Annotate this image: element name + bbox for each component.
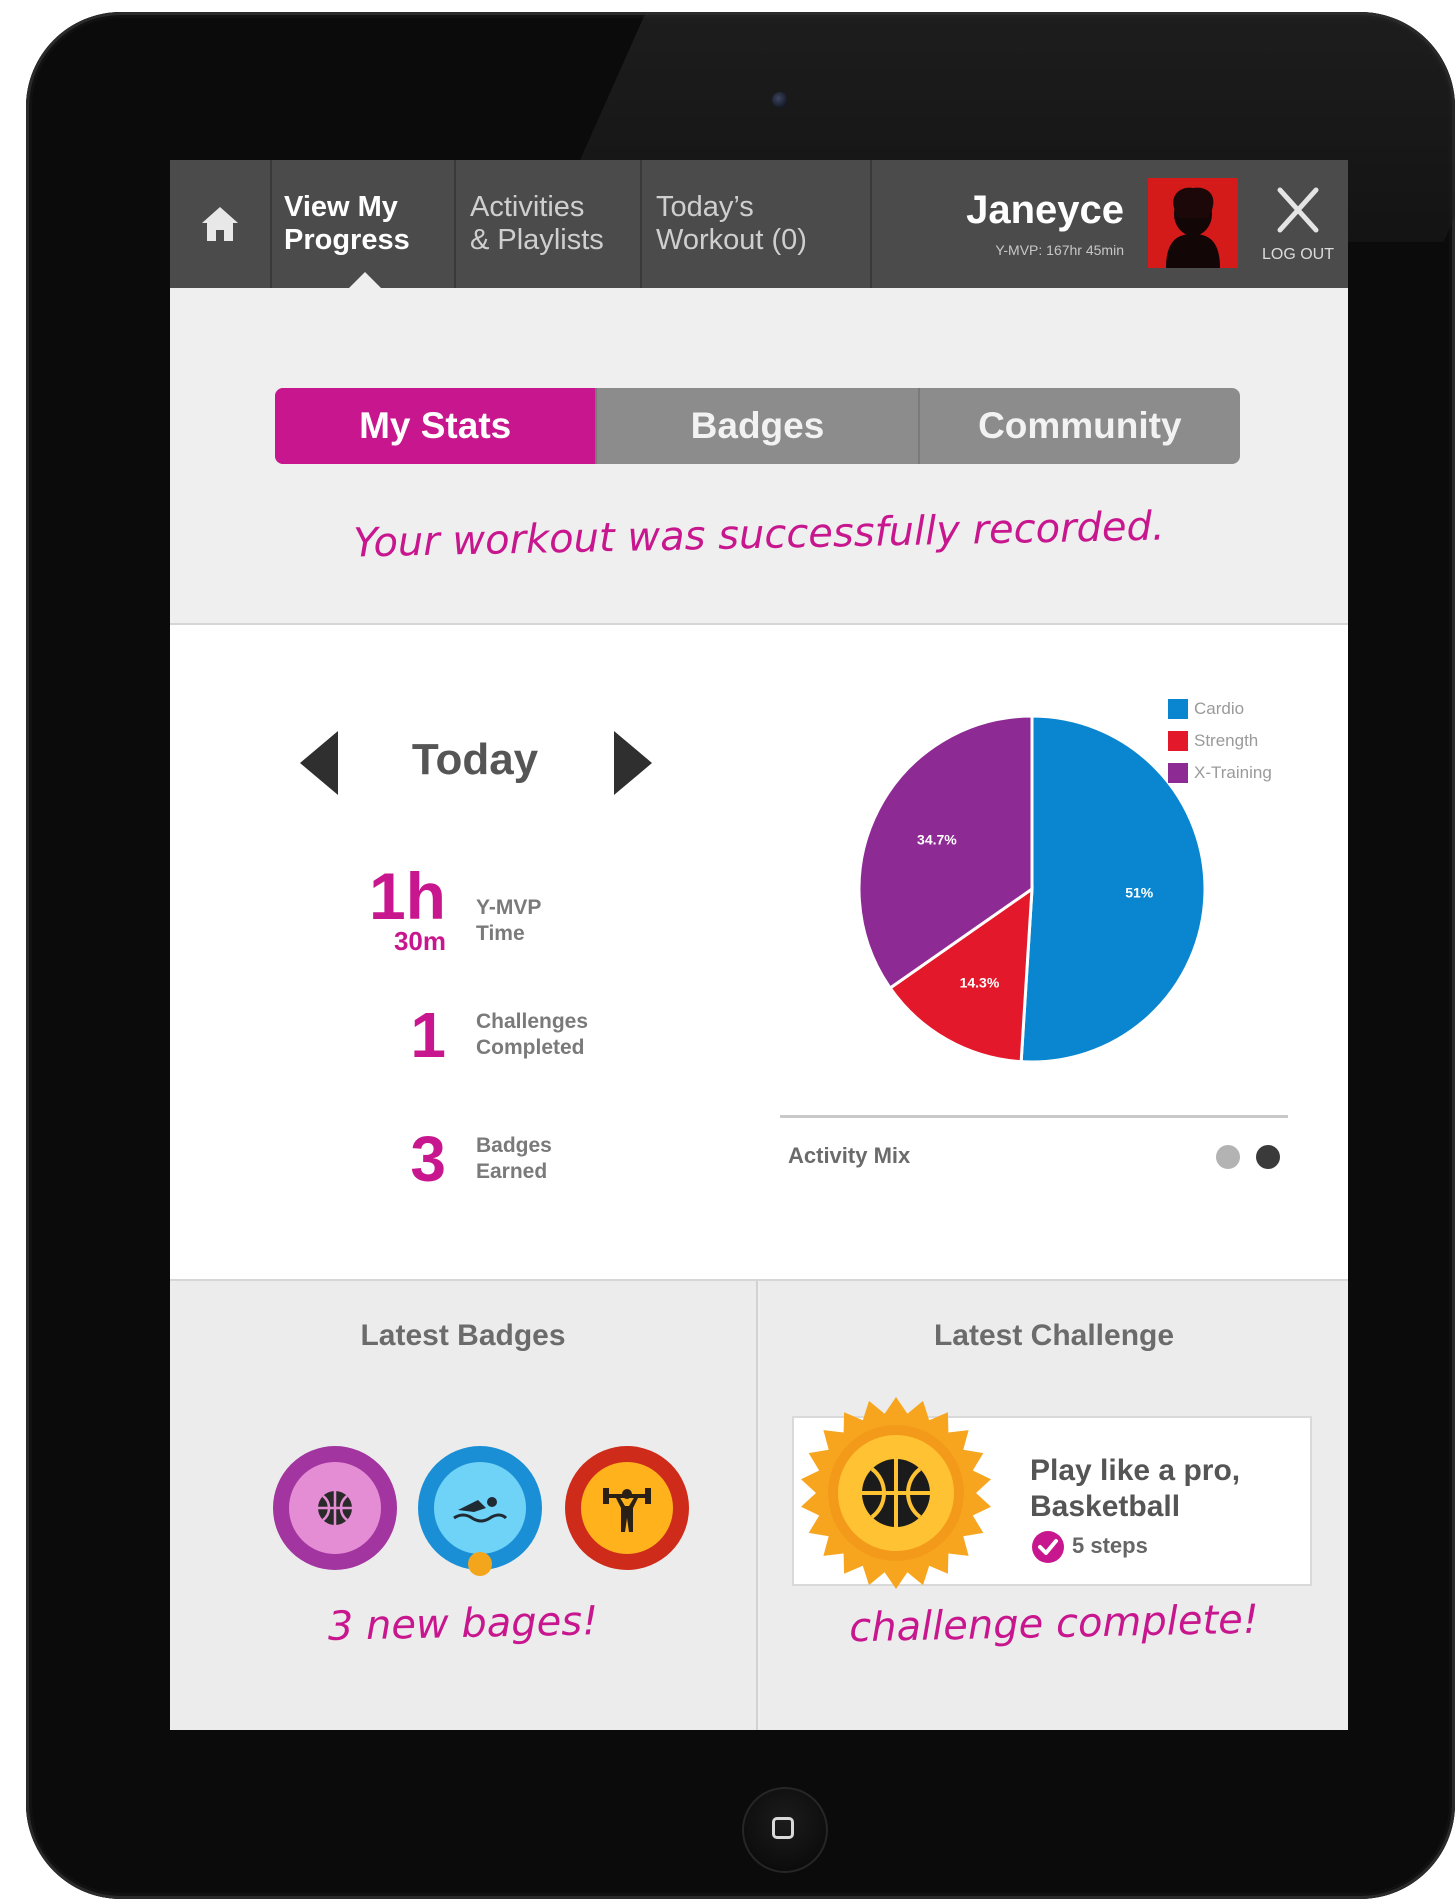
new-badges-message: 3 new bages! (327, 1598, 599, 1650)
stats-panel: Today 1h 30m Y-MVP Time 1 Challenges Com… (170, 623, 1348, 1281)
tab-community[interactable]: Community (920, 388, 1240, 464)
active-nav-pointer (348, 272, 382, 289)
latest-badges-title: Latest Badges (360, 1319, 566, 1352)
chart-legend: Cardio Strength X-Training (1168, 693, 1272, 789)
success-message: Your workout was successfully recorded. (352, 503, 1166, 567)
home-icon (202, 207, 238, 241)
nav-view-my-progress[interactable]: View My Progress (270, 160, 456, 288)
badge-level-dot (468, 1552, 492, 1576)
legend-label: Cardio (1194, 699, 1245, 718)
nav-home-button[interactable] (170, 160, 272, 288)
camera (772, 92, 788, 108)
legend-label: X-Training (1194, 763, 1272, 782)
basketball-icon (318, 1491, 352, 1525)
legend-item: Cardio (1168, 693, 1272, 725)
logout-button[interactable]: LOG OUT (1248, 160, 1348, 288)
pie-slice-label: 14.3% (960, 975, 1000, 991)
app-screen: View My Progress Activities & Playlists … (170, 160, 1348, 1730)
logout-label: LOG OUT (1261, 246, 1334, 263)
tab-my-stats[interactable]: My Stats (275, 388, 598, 464)
badge-basketball[interactable] (273, 1446, 397, 1570)
latest-challenge-title: Latest Challenge (933, 1319, 1175, 1352)
latest-badges-panel: Latest Badges 3 new bages! (170, 1281, 758, 1730)
legend-swatch (1168, 731, 1188, 751)
home-square-icon (772, 1817, 794, 1839)
legend-swatch (1168, 699, 1188, 719)
challenge-name: Play like a pro, Basketball (1030, 1454, 1241, 1523)
legend-item: X-Training (1168, 757, 1272, 789)
checkmark-icon (1038, 1539, 1058, 1555)
user-silhouette-icon (1166, 187, 1220, 268)
user-name[interactable]: Janeyce (966, 188, 1124, 233)
nav-todays-workout[interactable]: Today’s Workout (0) (642, 160, 872, 288)
nav-item-label: Activities & Playlists (470, 191, 604, 256)
weightlifter-icon (603, 1488, 651, 1532)
check-icon (1032, 1531, 1064, 1563)
latest-challenge-panel: Latest Challenge Play like a pro, Basket… (760, 1281, 1348, 1730)
top-nav: View My Progress Activities & Playlists … (170, 160, 1348, 289)
legend-label: Strength (1194, 731, 1259, 750)
swimmer-icon (453, 1497, 508, 1523)
basketball-seams (862, 1459, 930, 1527)
challenge-steps: 5 steps (1072, 1533, 1148, 1558)
chart-title: Activity Mix (788, 1143, 911, 1168)
pie-slice-label: 34.7% (917, 831, 957, 847)
nav-activities-playlists[interactable]: Activities & Playlists (456, 160, 642, 288)
badge-swimming[interactable] (418, 1446, 542, 1576)
nav-item-label: Today’s Workout (0) (656, 191, 807, 256)
chart-divider (780, 1115, 1288, 1118)
challenge-basketball-badge-icon (801, 1397, 991, 1589)
challenge-complete-message: challenge complete! (848, 1596, 1260, 1652)
user-total-time: Y-MVP: 167hr 45min (995, 242, 1124, 258)
nav-item-label: View My Progress (284, 191, 410, 256)
close-icon (1277, 187, 1319, 233)
pie-slice-label: 51% (1125, 884, 1154, 900)
tab-badges[interactable]: Badges (597, 388, 920, 464)
badge-weightlifting[interactable] (565, 1446, 689, 1570)
stats-tabs: My Stats Badges Community (275, 388, 1240, 464)
device-home-button[interactable] (742, 1787, 828, 1873)
legend-item: Strength (1168, 725, 1272, 757)
page-dot-2[interactable] (1256, 1145, 1280, 1169)
avatar[interactable] (1148, 178, 1238, 268)
page-dot-1[interactable] (1216, 1145, 1240, 1169)
legend-swatch (1168, 763, 1188, 783)
